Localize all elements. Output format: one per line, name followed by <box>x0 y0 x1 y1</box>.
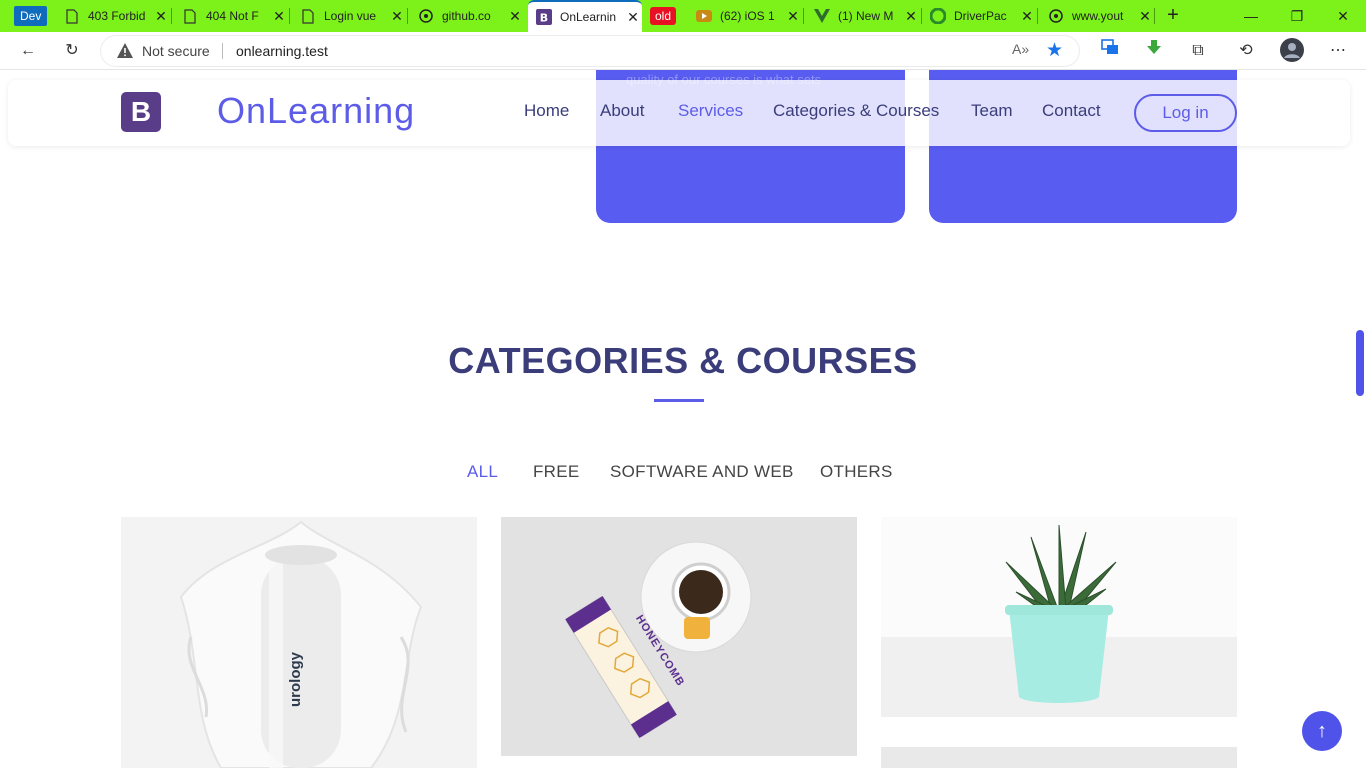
close-icon[interactable]: ✕ <box>1138 8 1152 25</box>
close-icon[interactable]: ✕ <box>1020 8 1034 25</box>
close-icon[interactable]: ✕ <box>390 8 404 25</box>
tab-www-yout[interactable]: www.yout ✕ <box>1048 0 1152 32</box>
course-thumbnail[interactable] <box>881 517 1237 717</box>
login-button[interactable]: Log in <box>1134 94 1237 132</box>
github-icon <box>1048 8 1064 24</box>
back-to-top-button[interactable]: ↑ <box>1302 711 1342 751</box>
new-tab-button[interactable]: + <box>1162 4 1184 26</box>
course-thumbnail[interactable] <box>881 747 1237 768</box>
dev-badge: Dev <box>14 6 48 26</box>
arrow-up-icon: ↑ <box>1317 720 1327 742</box>
url-text[interactable]: onlearning.test <box>236 43 328 59</box>
reload-button[interactable]: ↻ <box>58 38 86 64</box>
history-icon[interactable]: ⟲ <box>1232 38 1260 64</box>
tab-new-m[interactable]: (1) New M ✕ <box>814 0 918 32</box>
bootstrap-icon: B <box>536 9 552 25</box>
nav-categories-courses[interactable]: Categories & Courses <box>773 101 939 121</box>
page-viewport: quality of our courses is what sets B On… <box>0 70 1366 768</box>
tab-title: DriverPac <box>954 9 1007 23</box>
tab-driverpack[interactable]: DriverPac ✕ <box>930 0 1034 32</box>
browser-tab-strip: Dev 403 Forbid ✕ 404 Not F ✕ Login vue ✕… <box>0 0 1366 32</box>
section-title: CATEGORIES & COURSES <box>448 340 918 381</box>
tab-title: (62) iOS 1 <box>720 9 775 23</box>
nav-services[interactable]: Services <box>678 101 743 121</box>
close-icon[interactable]: ✕ <box>272 8 286 25</box>
tab-title: github.co <box>442 9 491 23</box>
filter-free[interactable]: FREE <box>533 462 580 482</box>
favorite-star-icon[interactable]: ★ <box>1046 39 1063 62</box>
product-label: urology <box>287 652 304 707</box>
browser-toolbar: ← ↻ Not secure onlearning.test A» ★ ⧉ ⟲ … <box>0 32 1366 70</box>
page-icon <box>182 8 198 24</box>
tab-403[interactable]: 403 Forbid ✕ <box>64 0 168 32</box>
security-label[interactable]: Not secure <box>142 43 210 59</box>
warning-icon[interactable] <box>116 42 134 60</box>
restore-button[interactable]: ❐ <box>1274 0 1320 32</box>
brand-name[interactable]: OnLearning <box>217 90 415 132</box>
minimize-button[interactable]: — <box>1228 0 1274 32</box>
more-menu-icon[interactable]: ⋯ <box>1324 38 1352 64</box>
filter-others[interactable]: OTHERS <box>820 462 893 482</box>
nav-team[interactable]: Team <box>971 101 1013 121</box>
close-icon[interactable]: ✕ <box>904 8 918 25</box>
back-button[interactable]: ← <box>14 38 42 64</box>
filter-all[interactable]: ALL <box>467 462 498 482</box>
nav-home[interactable]: Home <box>524 101 569 121</box>
collections-icon[interactable] <box>1096 38 1124 64</box>
brand-logo[interactable]: B <box>121 92 161 132</box>
page-scrollbar[interactable] <box>1354 70 1366 768</box>
github-icon <box>418 8 434 24</box>
page-icon <box>300 8 316 24</box>
close-icon[interactable]: ✕ <box>626 9 640 26</box>
extensions-icon[interactable]: ⧉ <box>1184 38 1212 64</box>
tab-group-label[interactable]: old <box>650 7 677 25</box>
driverpack-icon <box>930 8 946 24</box>
tab-title: 404 Not F <box>206 9 259 23</box>
address-bar[interactable]: Not secure onlearning.test A» ★ <box>100 35 1080 67</box>
close-icon[interactable]: ✕ <box>508 8 522 25</box>
tab-title: (1) New M <box>838 9 894 23</box>
tab-title: www.yout <box>1072 9 1124 23</box>
tab-group-old[interactable]: old <box>650 0 677 32</box>
tab-title: OnLearnin <box>560 10 617 24</box>
title-underline <box>654 399 704 402</box>
close-icon[interactable]: ✕ <box>786 8 800 25</box>
svg-text:B: B <box>540 12 548 25</box>
read-aloud-icon[interactable]: A» <box>1012 41 1029 57</box>
page-icon <box>64 8 80 24</box>
nav-about[interactable]: About <box>600 101 644 121</box>
scrollbar-thumb[interactable] <box>1356 330 1364 396</box>
vue-icon <box>814 8 830 24</box>
youtube-icon <box>696 8 712 24</box>
tab-404[interactable]: 404 Not F ✕ <box>182 0 286 32</box>
close-window-button[interactable]: ✕ <box>1320 0 1366 32</box>
close-icon[interactable]: ✕ <box>154 8 168 25</box>
tab-youtube[interactable]: (62) iOS 1 ✕ <box>696 0 800 32</box>
course-thumbnail[interactable]: HONEYCOMB <box>501 517 857 756</box>
filter-software-and-web[interactable]: SOFTWARE AND WEB <box>610 462 794 482</box>
download-extension-icon[interactable] <box>1140 38 1168 64</box>
course-thumbnail[interactable]: urology <box>121 517 477 768</box>
profile-avatar[interactable] <box>1278 38 1306 64</box>
nav-contact[interactable]: Contact <box>1042 101 1101 121</box>
tab-onlearning[interactable]: B OnLearnin ✕ <box>528 0 642 32</box>
tab-title: Login vue <box>324 9 377 23</box>
tab-login-vue[interactable]: Login vue ✕ <box>300 0 404 32</box>
site-navbar: B OnLearning Home About Services Categor… <box>8 80 1350 146</box>
tab-title: 403 Forbid <box>88 9 146 23</box>
tab-github[interactable]: github.co ✕ <box>418 0 522 32</box>
